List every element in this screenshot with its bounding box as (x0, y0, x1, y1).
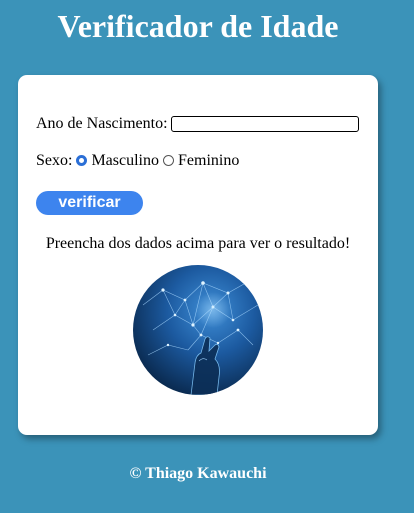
network-hand-illustration (133, 265, 263, 395)
form-card: Ano de Nascimento: Sexo: Masculino Femin… (18, 75, 378, 435)
birth-year-row: Ano de Nascimento: (36, 114, 168, 134)
female-radio[interactable] (163, 155, 174, 166)
page-title: Verificador de Idade (57, 8, 339, 44)
sex-label: Sexo: (36, 152, 73, 169)
male-radio-label[interactable]: Masculino (91, 152, 159, 169)
birth-year-label: Ano de Nascimento: (36, 115, 168, 132)
male-radio[interactable] (76, 155, 88, 166)
female-radio-label[interactable]: Feminino (178, 152, 239, 169)
sex-row: Sexo: Masculino Feminino (36, 151, 239, 171)
verify-button[interactable]: verificar (36, 191, 143, 215)
birth-year-input[interactable] (171, 116, 359, 132)
network-hand-image (133, 265, 263, 395)
result-message: Preencha dos dados acima para ver o resu… (45, 235, 351, 252)
footer-copyright: © Thiago Kawauchi (129, 465, 267, 482)
